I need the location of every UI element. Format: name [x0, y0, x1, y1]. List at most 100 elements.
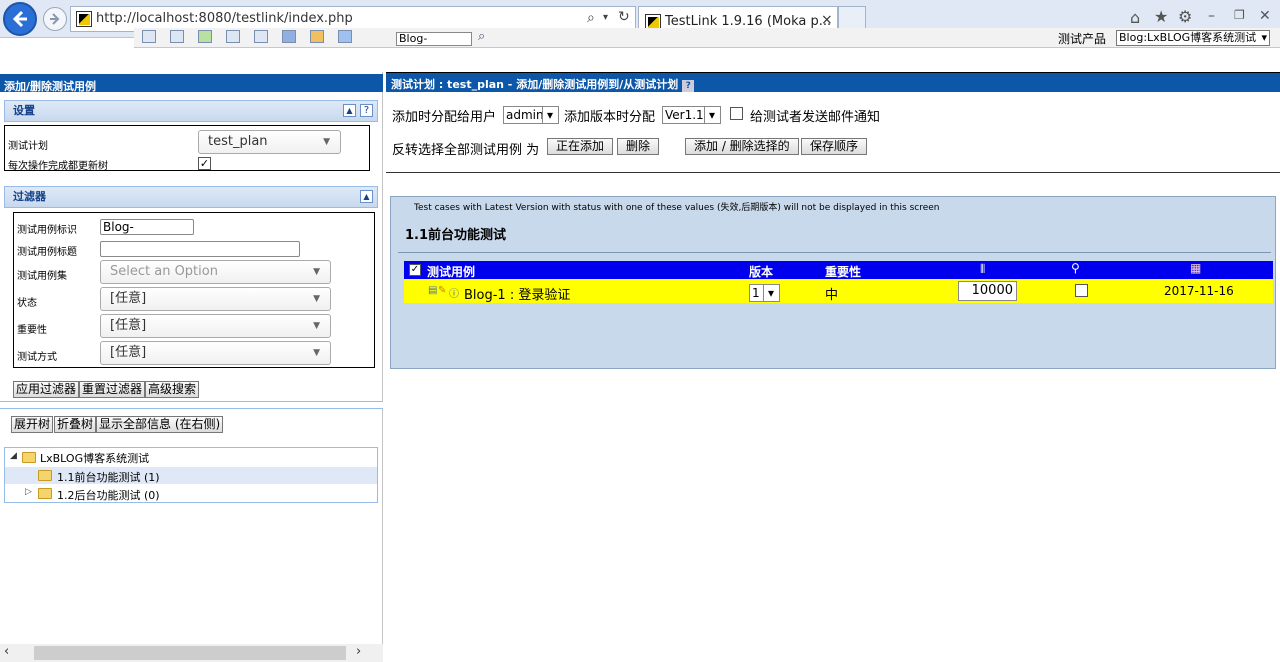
testcase-name[interactable]: Blog-1 : 登录验证 — [464, 284, 570, 303]
scroll-right-icon[interactable]: › — [356, 644, 361, 659]
apply-filter-button[interactable]: 应用过滤器 — [13, 381, 80, 398]
events-icon[interactable] — [310, 30, 324, 43]
maximize-icon[interactable]: ❐ — [1234, 8, 1245, 22]
toggle-all-label: 反转选择全部测试用例 为 — [392, 143, 540, 158]
col-importance: 重要性 — [825, 265, 862, 279]
version-assign-select[interactable]: Ver1.1 — [662, 106, 721, 124]
horizontal-scrollbar[interactable]: ‹ › — [0, 644, 383, 662]
close-window-icon[interactable]: ✕ — [1259, 8, 1271, 24]
home-icon[interactable]: ⌂ — [1130, 8, 1140, 27]
settings-header[interactable]: 设置 — [4, 100, 378, 122]
tc-title-input[interactable] — [100, 241, 300, 257]
help-icon[interactable]: ? — [682, 80, 695, 92]
users-icon[interactable] — [282, 30, 296, 43]
plan-select[interactable]: test_plan — [198, 130, 341, 154]
execute-icon[interactable] — [226, 30, 240, 43]
col-version: 版本 — [749, 265, 774, 279]
add-remove-selected-button[interactable]: 添加 / 删除选择的 — [685, 138, 799, 155]
info-icon[interactable]: ⓘ — [449, 285, 459, 300]
scrollbar-thumb[interactable] — [34, 646, 346, 660]
divider — [0, 401, 383, 409]
tc-id-input[interactable]: Blog- — [100, 219, 194, 235]
collapse-up-icon[interactable]: ▲ — [360, 190, 373, 203]
testcase-date: 2017-11-16 — [1164, 284, 1234, 298]
reset-filter-button[interactable]: 重置过滤器 — [79, 381, 146, 398]
testcase-icon[interactable]: ▤ — [428, 285, 437, 296]
right-pane-title: 测试计划 : test_plan - 添加/删除测试用例到/从测试计划? — [386, 72, 1280, 92]
order-icon: ⦀ — [980, 262, 986, 276]
scroll-left-icon[interactable]: ‹ — [4, 644, 9, 659]
tc-id-label: 测试用例标识 — [17, 225, 77, 236]
left-pane-title: 添加/删除测试用例 — [0, 74, 383, 93]
close-tab-icon[interactable]: × — [821, 12, 833, 28]
version-assign-label: 添加版本时分配 — [564, 110, 656, 125]
advanced-search-button[interactable]: 高级搜索 — [145, 381, 200, 398]
adding-button[interactable]: 正在添加 — [547, 138, 614, 155]
filters-title: 过滤器 — [13, 190, 46, 203]
filters-header[interactable]: 过滤器 — [4, 186, 378, 208]
testcase-search-input[interactable]: Blog- — [396, 32, 472, 46]
tree-node[interactable]: 1.2后台功能测试 (0) — [57, 487, 160, 503]
link-icon: ⚲ — [1071, 261, 1080, 275]
tab-title: TestLink 1.9.16 (Moka p... — [665, 14, 832, 29]
tree-root[interactable]: LxBLOG博客系统测试 — [40, 450, 149, 466]
product-label: 测试产品 — [1058, 32, 1107, 46]
forward-button[interactable] — [43, 7, 67, 31]
gear-icon[interactable]: ⚙ — [1178, 7, 1192, 26]
update-tree-checkbox[interactable]: ✓ — [198, 157, 211, 170]
collapse-tree-button[interactable]: 折叠树 — [54, 416, 97, 433]
app-toolbar — [134, 28, 1280, 48]
help-icon[interactable]: ? — [360, 104, 373, 117]
tree-node[interactable]: 1.1前台功能测试 (1) — [57, 469, 160, 485]
url-text: http://localhost:8080/testlink/index.php — [96, 11, 353, 26]
requirements-icon[interactable] — [170, 30, 184, 43]
dropdown-icon[interactable]: ▾ — [603, 12, 608, 23]
search-icon[interactable]: ⌕ — [587, 10, 595, 26]
divider — [398, 252, 1271, 253]
suite-title: 1.1前台功能测试 — [405, 228, 507, 243]
logout-icon[interactable] — [338, 30, 352, 43]
arrow-left-icon — [12, 10, 27, 28]
divider — [386, 172, 1280, 173]
execution-order-input[interactable]: 10000 — [958, 281, 1017, 301]
delete-button[interactable]: 删除 — [617, 138, 660, 155]
arrow-right-icon — [50, 13, 60, 25]
status-label: 状态 — [17, 298, 37, 309]
exec-type-label: 测试方式 — [17, 352, 57, 363]
settings-title: 设置 — [13, 104, 35, 117]
exec-type-select[interactable]: [任意] — [100, 341, 331, 365]
expand-tree-button[interactable]: 展开树 — [11, 416, 54, 433]
save-order-button[interactable]: 保存顺序 — [801, 138, 868, 155]
testspec-icon[interactable] — [198, 30, 212, 43]
desktop-icon[interactable] — [142, 30, 156, 43]
testcase-select-checkbox[interactable] — [1075, 284, 1088, 297]
importance-select[interactable]: [任意] — [100, 314, 331, 338]
assign-user-label: 添加时分配给用户 — [392, 110, 497, 125]
testlink-favicon-icon — [76, 11, 92, 27]
email-notify-checkbox[interactable] — [730, 107, 743, 120]
show-all-button[interactable]: 显示全部信息 (在右侧) — [96, 416, 224, 433]
tree-expanded-icon[interactable]: ◢ — [10, 451, 17, 461]
folder-icon — [38, 470, 52, 481]
collapse-up-icon[interactable]: ▲ — [343, 104, 356, 117]
status-select[interactable]: [任意] — [100, 287, 331, 311]
favorites-star-icon[interactable]: ★ — [1154, 7, 1168, 26]
email-notify-label: 给测试者发送邮件通知 — [750, 110, 881, 125]
assign-user-select[interactable]: admin — [503, 106, 559, 124]
suite-select[interactable]: Select an Option — [100, 260, 331, 284]
folder-icon — [22, 452, 36, 463]
search-icon[interactable]: ⌕ — [478, 29, 485, 44]
testcase-version-select[interactable]: 1 — [749, 284, 780, 302]
refresh-icon[interactable]: ↻ — [618, 9, 630, 25]
product-select[interactable]: Blog:LxBLOG博客系统测试 — [1116, 30, 1270, 46]
edit-icon[interactable]: ✎ — [438, 285, 446, 296]
right-pane-title-text: 测试计划 : test_plan - 添加/删除测试用例到/从测试计划 — [391, 78, 679, 91]
testcase-importance: 中 — [825, 288, 839, 303]
minimize-icon[interactable]: – — [1208, 8, 1215, 24]
tree-collapsed-icon[interactable]: ▷ — [25, 487, 32, 497]
back-button[interactable] — [3, 2, 37, 36]
tc-title-label: 测试用例标题 — [17, 247, 77, 258]
reports-icon[interactable] — [254, 30, 268, 43]
select-all-checkbox[interactable]: ✓ — [409, 264, 421, 276]
calendar-icon: ▦ — [1190, 261, 1202, 275]
